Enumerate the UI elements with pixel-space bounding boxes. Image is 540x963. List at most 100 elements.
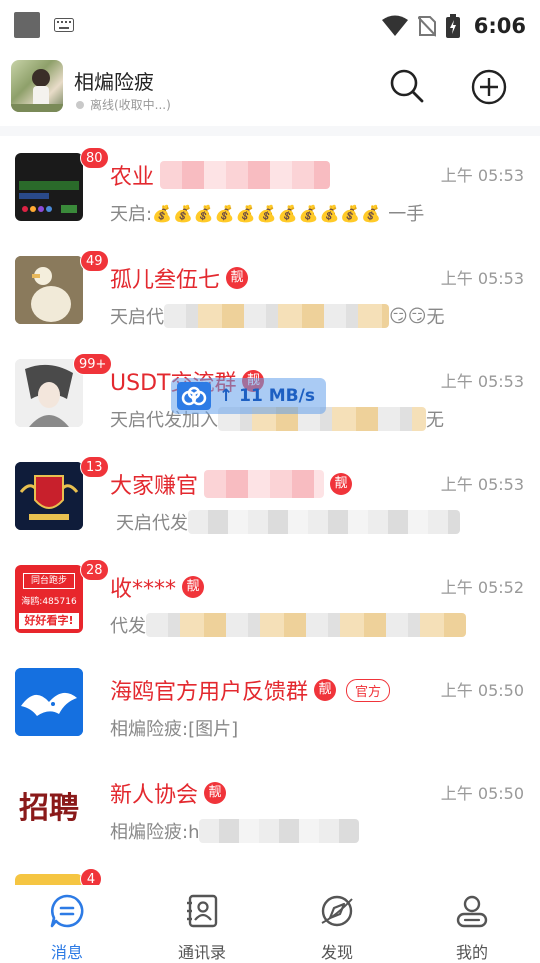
title-line: 大家赚官 靓 <box>110 468 353 500</box>
avatar-line-3: 好好看字! <box>19 613 79 629</box>
preview-text: 天启: <box>110 204 153 225</box>
search-icon[interactable] <box>389 68 425 104</box>
conversation-title: 农业 <box>110 165 155 190</box>
message-preview: 相煸险疲:h <box>110 818 360 844</box>
conversation-row[interactable]: 同台跑步 海鸥:485716 好好看字! 28 收**** 靓 上午 05:52… <box>0 548 540 651</box>
liang-badge: 靓 <box>182 576 205 598</box>
message-time: 上午 05:52 <box>440 578 524 597</box>
conversation-row[interactable]: 招聘 新人协会 靓 上午 05:50 相煸险疲:h <box>0 754 540 857</box>
message-time: 上午 05:50 <box>440 681 524 700</box>
title-line: 农业 <box>110 159 331 191</box>
tab-messages[interactable]: 消息 <box>22 893 112 963</box>
message-time: 上午 05:53 <box>440 166 524 185</box>
conversation-row[interactable]: 海鸥官方用户反馈群 靓 官方 上午 05:50 相煸险疲:[图片] <box>0 651 540 754</box>
status-dot <box>76 100 84 109</box>
message-preview: 相煸险疲:[图片] <box>110 715 238 741</box>
notification-app-icon <box>14 12 40 38</box>
conversation-title: 收**** <box>110 577 177 602</box>
avatar-photo <box>11 69 63 112</box>
avatar-graphic <box>19 181 79 213</box>
preview-text: 相煸险疲:h <box>110 822 200 843</box>
message-time: 上午 05:53 <box>440 372 524 391</box>
clock: 6:06 <box>473 14 526 38</box>
tab-contacts[interactable]: 通讯录 <box>157 893 247 963</box>
cloud-icon <box>177 382 211 410</box>
conversation-title: 孤儿叁伍七 <box>110 268 221 293</box>
redacted-text <box>160 161 331 189</box>
avatar-line-2: 海鸥:485716 <box>21 597 77 607</box>
unread-badge: 28 <box>80 559 109 581</box>
liang-badge: 靓 <box>204 782 227 804</box>
preview-text: 代发 <box>110 616 146 637</box>
message-icon <box>50 894 84 928</box>
avatar-graphic <box>15 359 83 427</box>
add-icon[interactable] <box>470 68 508 106</box>
network-speed-widget[interactable]: ↑ 11 MB/s <box>171 378 326 414</box>
unread-badge: 4 <box>80 868 102 886</box>
emoji-icons: 😏😏 <box>389 305 427 327</box>
group-avatar <box>15 359 83 427</box>
conversation-title: 大家赚官 <box>110 474 199 499</box>
group-avatar <box>15 153 83 221</box>
conversation-row[interactable]: 4 <box>0 857 540 886</box>
money-bag-icons: 💰💰💰💰💰💰💰💰💰💰💰 <box>152 203 382 223</box>
group-avatar: 招聘 <box>15 771 83 839</box>
title-line: 收**** 靓 <box>110 571 205 603</box>
avatar-graphic <box>15 256 83 324</box>
account-avatar[interactable] <box>11 60 63 112</box>
tab-profile[interactable]: 我的 <box>427 893 517 963</box>
message-time: 上午 05:53 <box>440 269 524 288</box>
redacted-text <box>188 510 460 534</box>
connection-status: 离线(收取中...) <box>76 96 171 113</box>
seagull-logo <box>15 668 83 736</box>
title-line: 孤儿叁伍七 靓 <box>110 262 249 294</box>
tab-label: 通讯录 <box>177 943 226 962</box>
battery-charging-icon <box>445 14 460 38</box>
status-bar: 6:06 <box>0 0 540 52</box>
unread-badge: 49 <box>80 250 109 272</box>
group-avatar: 同台跑步 海鸥:485716 好好看字! <box>15 565 83 633</box>
avatar-graphic <box>15 462 83 530</box>
preview-suffix: 一手 <box>388 204 425 225</box>
unread-badge: 13 <box>80 456 109 478</box>
preview-text: 天启代发 <box>116 513 188 534</box>
redacted-text <box>204 470 325 498</box>
avatar-line-1: 同台跑步 <box>23 573 75 589</box>
tab-label: 消息 <box>50 943 83 962</box>
message-preview: 代发 <box>110 612 466 638</box>
redacted-text <box>199 819 360 843</box>
message-preview: 天启: 💰💰💰💰💰💰💰💰💰💰💰 一手 <box>110 200 424 226</box>
preview-text: 相煸险疲:[图片] <box>110 719 239 740</box>
message-time: 上午 05:53 <box>440 475 524 494</box>
status-text: 离线(收取中...) <box>90 98 171 112</box>
contacts-icon <box>187 894 218 928</box>
conversation-row[interactable]: 13 大家赚官 靓 上午 05:53 天启代发 <box>0 445 540 548</box>
conversation-row[interactable]: 49 孤儿叁伍七 靓 上午 05:53 天启代 😏😏 无 <box>0 239 540 342</box>
tab-label: 我的 <box>455 943 488 962</box>
tab-label: 发现 <box>320 943 353 962</box>
bottom-nav: 消息 通讯录 发现 我的 <box>0 885 540 963</box>
liang-badge: 靓 <box>226 267 249 289</box>
liang-badge: 靓 <box>314 679 337 701</box>
message-preview: 天启代 😏😏 无 <box>110 303 445 329</box>
group-avatar <box>15 668 83 736</box>
tab-discover[interactable]: 发现 <box>292 893 382 963</box>
official-badge: 官方 <box>346 678 391 702</box>
profile-icon <box>456 895 488 928</box>
redacted-text <box>164 304 389 328</box>
speed-text: ↑ 11 MB/s <box>219 386 315 406</box>
header-divider <box>0 126 540 136</box>
conversation-title: 新人协会 <box>110 783 199 808</box>
redacted-text <box>146 613 466 637</box>
app-header: 相煸险疲 离线(收取中...) <box>0 52 540 122</box>
liang-badge: 靓 <box>330 473 353 495</box>
message-time: 上午 05:50 <box>440 784 524 803</box>
avatar-text: 招聘 <box>19 791 79 826</box>
conversation-list: 80 农业 上午 05:53 天启: 💰💰💰💰💰💰💰💰💰💰💰 一手 49 孤儿叁… <box>0 136 540 886</box>
preview-text: 天启代 <box>110 307 164 328</box>
unread-badge: 80 <box>80 147 109 169</box>
conversation-row[interactable]: 80 农业 上午 05:53 天启: 💰💰💰💰💰💰💰💰💰💰💰 一手 <box>0 136 540 239</box>
account-name: 相煸险疲 <box>74 70 154 94</box>
no-sim-icon <box>417 16 436 37</box>
group-avatar <box>15 256 83 324</box>
